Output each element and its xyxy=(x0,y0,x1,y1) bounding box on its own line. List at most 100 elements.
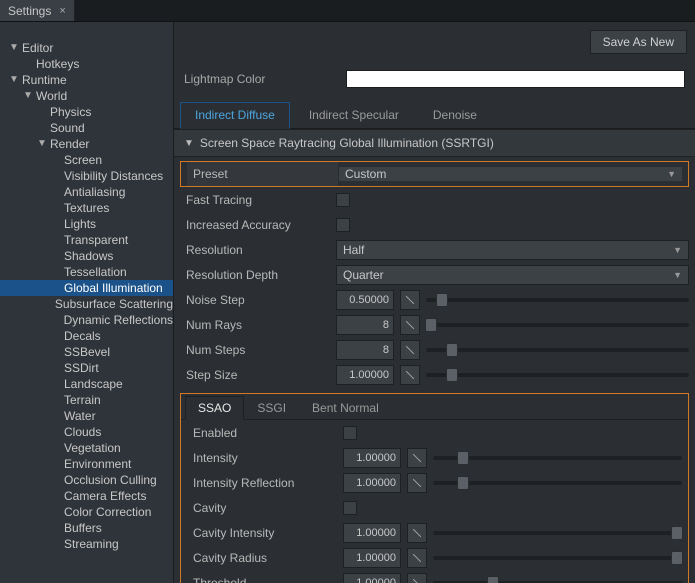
noise_step-slider[interactable] xyxy=(426,290,689,310)
noise_step-reset-button[interactable] xyxy=(400,290,420,310)
tree-item-editor[interactable]: ▼Editor xyxy=(0,40,173,56)
step_size-slider[interactable] xyxy=(426,365,689,385)
tree-item-camera-effects[interactable]: Camera Effects xyxy=(0,488,173,504)
tree-label: Transparent xyxy=(62,232,128,248)
tree-item-visibility-distances[interactable]: Visibility Distances xyxy=(0,168,173,184)
tree-label: Color Correction xyxy=(62,504,151,520)
slider-thumb[interactable] xyxy=(671,526,683,540)
increased-accuracy-label: Increased Accuracy xyxy=(180,218,336,232)
tab-denoise[interactable]: Denoise xyxy=(418,102,492,129)
step_size-value[interactable]: 1.00000 xyxy=(336,365,394,385)
tree-item-streaming[interactable]: Streaming xyxy=(0,536,173,552)
tree-item-water[interactable]: Water xyxy=(0,408,173,424)
tree-item-shadows[interactable]: Shadows xyxy=(0,248,173,264)
tree-item-hotkeys[interactable]: Hotkeys xyxy=(0,56,173,72)
enabled-label: Enabled xyxy=(187,426,343,440)
intensity_reflection-value[interactable]: 1.00000 xyxy=(343,473,401,493)
slider-thumb[interactable] xyxy=(487,576,499,583)
tree-item-transparent[interactable]: Transparent xyxy=(0,232,173,248)
cavity_radius-reset-button[interactable] xyxy=(407,548,427,568)
fast-tracing-checkbox[interactable] xyxy=(336,193,350,207)
num_steps-value[interactable]: 8 xyxy=(336,340,394,360)
preset-value: Custom xyxy=(345,167,386,181)
tree-item-vegetation[interactable]: Vegetation xyxy=(0,440,173,456)
tree-item-tessellation[interactable]: Tessellation xyxy=(0,264,173,280)
tree-item-render[interactable]: ▼Render xyxy=(0,136,173,152)
slider-thumb[interactable] xyxy=(446,368,458,382)
cavity-checkbox[interactable] xyxy=(343,501,357,515)
tree-item-terrain[interactable]: Terrain xyxy=(0,392,173,408)
cavity_radius-slider[interactable] xyxy=(433,548,682,568)
tree-item-lights[interactable]: Lights xyxy=(0,216,173,232)
tree-item-physics[interactable]: Physics xyxy=(0,104,173,120)
threshold-reset-button[interactable] xyxy=(407,573,427,583)
threshold-value[interactable]: 1.00000 xyxy=(343,573,401,583)
chevron-down-icon: ▼ xyxy=(36,136,48,152)
tree-item-decals[interactable]: Decals xyxy=(0,328,173,344)
noise_step-value[interactable]: 0.50000 xyxy=(336,290,394,310)
preset-select[interactable]: Custom ▼ xyxy=(339,167,682,181)
resolution-select[interactable]: Half ▼ xyxy=(336,240,689,260)
increased-accuracy-row: Increased Accuracy xyxy=(174,212,695,237)
slider-thumb[interactable] xyxy=(425,318,437,332)
num_steps-reset-button[interactable] xyxy=(400,340,420,360)
window-tab-settings[interactable]: Settings × xyxy=(0,0,75,21)
tree-item-subsurface-scattering[interactable]: Subsurface Scattering xyxy=(0,296,173,312)
tree-item-global-illumination[interactable]: Global Illumination xyxy=(0,280,173,296)
tree-item-color-correction[interactable]: Color Correction xyxy=(0,504,173,520)
num_rays-value[interactable]: 8 xyxy=(336,315,394,335)
slider-thumb[interactable] xyxy=(671,551,683,565)
tree-item-sound[interactable]: Sound xyxy=(0,120,173,136)
tree-item-textures[interactable]: Textures xyxy=(0,200,173,216)
ssrtgi-title: Screen Space Raytracing Global Illuminat… xyxy=(200,136,494,150)
tree-label: Clouds xyxy=(62,424,101,440)
tree-label: Screen xyxy=(62,152,102,168)
tree-item-dynamic-reflections[interactable]: Dynamic Reflections xyxy=(0,312,173,328)
chevron-down-icon: ▼ xyxy=(673,245,682,255)
tree-item-screen[interactable]: Screen xyxy=(0,152,173,168)
intensity_reflection-slider[interactable] xyxy=(433,473,682,493)
slider-thumb[interactable] xyxy=(446,343,458,357)
intensity-value[interactable]: 1.00000 xyxy=(343,448,401,468)
tree-label: SSBevel xyxy=(62,344,110,360)
resolution-depth-select[interactable]: Quarter ▼ xyxy=(336,265,689,285)
tree-item-ssbevel[interactable]: SSBevel xyxy=(0,344,173,360)
intensity-slider[interactable] xyxy=(433,448,682,468)
inner-tab-bent-normal[interactable]: Bent Normal xyxy=(299,396,392,420)
tree-item-landscape[interactable]: Landscape xyxy=(0,376,173,392)
save-as-new-button[interactable]: Save As New xyxy=(590,30,687,54)
tab-indirect-specular[interactable]: Indirect Specular xyxy=(294,102,414,129)
tree-item-ssdirt[interactable]: SSDirt xyxy=(0,360,173,376)
fast-tracing-row: Fast Tracing xyxy=(174,187,695,212)
enabled-checkbox[interactable] xyxy=(343,426,357,440)
cavity_intensity-reset-button[interactable] xyxy=(407,523,427,543)
lightmap-color-swatch[interactable] xyxy=(346,70,685,88)
cavity_radius-value[interactable]: 1.00000 xyxy=(343,548,401,568)
cavity_intensity-slider[interactable] xyxy=(433,523,682,543)
intensity_reflection-reset-button[interactable] xyxy=(407,473,427,493)
cavity_intensity-value[interactable]: 1.00000 xyxy=(343,523,401,543)
num_rays-slider[interactable] xyxy=(426,315,689,335)
increased-accuracy-checkbox[interactable] xyxy=(336,218,350,232)
tree-item-antialiasing[interactable]: Antialiasing xyxy=(0,184,173,200)
intensity-reset-button[interactable] xyxy=(407,448,427,468)
ssrtgi-header[interactable]: ▼ Screen Space Raytracing Global Illumin… xyxy=(174,129,695,157)
close-icon[interactable]: × xyxy=(59,5,65,17)
inner-tab-ssgi[interactable]: SSGI xyxy=(244,396,299,420)
num_steps-slider[interactable] xyxy=(426,340,689,360)
tree-item-buffers[interactable]: Buffers xyxy=(0,520,173,536)
num_rays-reset-button[interactable] xyxy=(400,315,420,335)
tab-indirect-diffuse[interactable]: Indirect Diffuse xyxy=(180,102,290,129)
tree-item-runtime[interactable]: ▼Runtime xyxy=(0,72,173,88)
threshold-slider[interactable] xyxy=(433,573,682,583)
tree-label: Tessellation xyxy=(62,264,127,280)
slider-thumb[interactable] xyxy=(436,293,448,307)
tree-item-environment[interactable]: Environment xyxy=(0,456,173,472)
inner-tab-ssao[interactable]: SSAO xyxy=(185,396,244,420)
tree-item-world[interactable]: ▼World xyxy=(0,88,173,104)
tree-item-clouds[interactable]: Clouds xyxy=(0,424,173,440)
step_size-reset-button[interactable] xyxy=(400,365,420,385)
slider-thumb[interactable] xyxy=(457,451,469,465)
slider-thumb[interactable] xyxy=(457,476,469,490)
tree-item-occlusion-culling[interactable]: Occlusion Culling xyxy=(0,472,173,488)
